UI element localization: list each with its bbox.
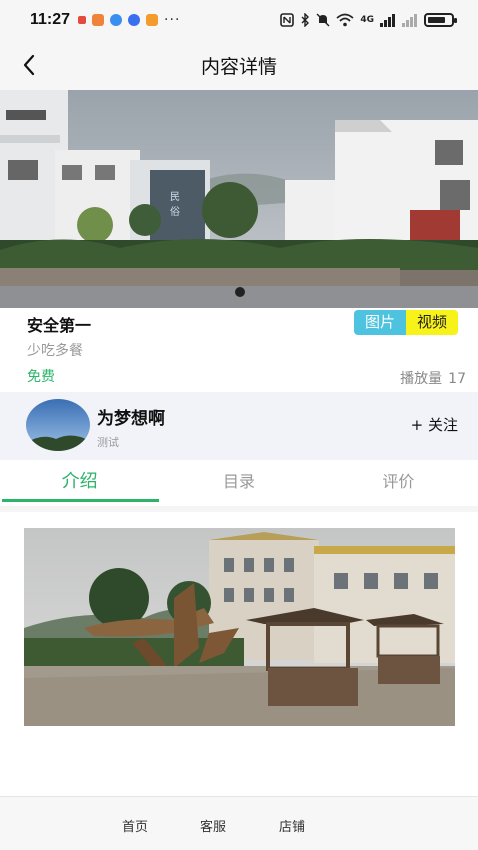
signal-icon: [380, 13, 395, 27]
back-button[interactable]: [14, 50, 44, 80]
content-image: [24, 528, 455, 726]
avatar[interactable]: [26, 399, 90, 451]
system-icons: 4G: [280, 13, 457, 27]
bluetooth-icon: [301, 13, 310, 27]
content-tabs: 介绍 目录 评价: [0, 460, 478, 506]
hero-image: 民 俗: [0, 90, 478, 308]
bottom-nav: 首页 客服 店铺: [0, 796, 478, 850]
customer-service-button[interactable]: 客服: [200, 816, 226, 835]
blue-app-icon-2: [128, 14, 141, 26]
orange-play-icon: [146, 14, 159, 26]
blue-app-icon: [110, 14, 123, 26]
media-tabs: 图片 视频: [353, 310, 458, 335]
notification-icons: ···: [78, 12, 180, 28]
wifi-icon: [336, 13, 354, 27]
signal-icon-2: [402, 13, 417, 27]
author-name: 为梦想啊: [97, 409, 165, 429]
home-button[interactable]: 首页: [122, 816, 148, 835]
tab-catalog[interactable]: 目录: [159, 460, 318, 506]
content-subtitle: 少吃多餐: [27, 343, 83, 359]
play-count-label: 播放量: [400, 371, 443, 387]
author-description: 测试: [97, 436, 119, 449]
tab-intro[interactable]: 介绍: [0, 460, 160, 506]
video-tab[interactable]: 视频: [405, 310, 458, 335]
more-notifications-icon: ···: [164, 12, 181, 28]
chevron-left-icon: [23, 54, 35, 76]
tab-reviews[interactable]: 评价: [319, 460, 478, 506]
status-time: 11:27: [30, 11, 71, 28]
play-count-value: 17: [448, 371, 466, 387]
battery-icon: [424, 13, 457, 27]
price-label: 免费: [27, 369, 55, 385]
nav-bar: 内容详情: [0, 40, 478, 90]
nfc-icon: [280, 13, 295, 27]
status-bar: 11:27 ··· 4G: [0, 0, 478, 40]
network-type: 4G: [360, 15, 374, 25]
divider: [0, 506, 478, 512]
mute-icon: [316, 13, 330, 27]
page-title: 内容详情: [200, 55, 277, 78]
content-title: 安全第一: [27, 316, 92, 335]
author-card: 为梦想啊 测试 + 关注: [0, 392, 478, 460]
orange-app-icon: [92, 14, 105, 26]
play-count: 播放量 17: [400, 368, 466, 388]
red-flag-icon: [78, 16, 87, 24]
shop-button[interactable]: 店铺: [279, 816, 305, 835]
follow-button[interactable]: + 关注: [411, 414, 458, 435]
svg-text:民: 民: [170, 191, 180, 203]
svg-text:俗: 俗: [170, 206, 180, 218]
picture-tab[interactable]: 图片: [353, 310, 406, 335]
content-info: 安全第一 图片 视频 少吃多餐 免费 播放量 17: [0, 308, 478, 392]
